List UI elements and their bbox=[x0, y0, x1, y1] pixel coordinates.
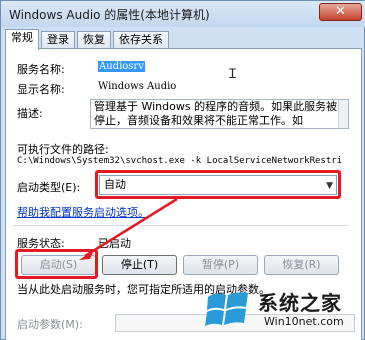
tab-general[interactable]: 常规 bbox=[5, 29, 39, 50]
arrow-head-icon bbox=[79, 250, 94, 260]
start-params-label: 启动参数(M): bbox=[17, 318, 83, 331]
properties-window: Windows Audio 的属性(本地计算机) ✕ 常规 登录 恢复 依存关系… bbox=[0, 0, 365, 340]
windows-logo-icon bbox=[205, 292, 248, 326]
watermark: 系统之家 Win10net.com bbox=[202, 285, 362, 335]
watermark-title: 系统之家 bbox=[258, 291, 342, 315]
watermark-url: Win10net.com bbox=[264, 315, 344, 328]
arrow-shaft bbox=[84, 197, 178, 258]
